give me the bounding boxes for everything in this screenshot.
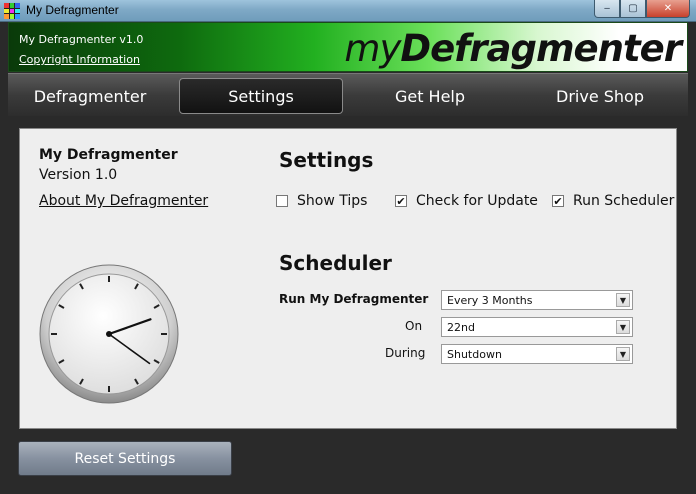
window-title: My Defragmenter [26,3,119,17]
settings-panel: My Defragmenter Version 1.0 About My Def… [19,128,677,429]
brand-logo: myDefragmenter [344,27,682,71]
tab-get-help[interactable]: Get Help [360,78,500,114]
select-value: 22nd [447,320,475,334]
during-label: During [385,346,426,360]
run-label: Run My Defragmenter [279,292,429,306]
logo-brand: Defragmenter [400,27,682,70]
on-label: On [405,319,423,333]
logo-my: my [344,27,401,70]
main-nav: Defragmenter Settings Get Help Drive Sho… [8,73,688,116]
about-link[interactable]: About My Defragmenter [39,193,208,209]
run-scheduler-checkbox[interactable]: ✔ Run Scheduler [552,193,674,209]
tab-settings[interactable]: Settings [179,78,343,114]
tab-drive-shop[interactable]: Drive Shop [520,78,680,114]
close-button[interactable]: ✕ [646,0,690,18]
clock-icon [39,264,179,404]
chevron-down-icon[interactable]: ▼ [616,347,630,361]
during-select[interactable]: Shutdown ▼ [441,344,633,364]
checkbox-label: Show Tips [297,193,368,209]
scheduler-heading: Scheduler [279,251,392,275]
select-value: Shutdown [447,347,502,361]
check-icon[interactable]: ✔ [552,195,564,207]
title-bar: My Defragmenter ‒ ▢ ✕ [0,0,696,22]
checkbox-label: Run Scheduler [573,193,675,209]
show-tips-checkbox[interactable]: Show Tips [276,193,367,209]
settings-heading: Settings [279,148,374,172]
chevron-down-icon[interactable]: ▼ [616,320,630,334]
copyright-link[interactable]: Copyright Information [19,53,140,66]
window-controls: ‒ ▢ ✕ [594,0,690,18]
check-for-update-checkbox[interactable]: ✔ Check for Update [395,193,538,209]
reset-settings-button[interactable]: Reset Settings [18,441,232,476]
on-day-select[interactable]: 22nd ▼ [441,317,633,337]
header-banner: My Defragmenter v1.0 Copyright Informati… [8,22,688,72]
app-name: My Defragmenter [39,147,178,163]
checkbox-box[interactable] [276,195,288,207]
app-icon [4,3,20,19]
chevron-down-icon[interactable]: ▼ [616,293,630,307]
select-value: Every 3 Months [447,293,533,307]
minimize-button[interactable]: ‒ [594,0,620,18]
run-frequency-select[interactable]: Every 3 Months ▼ [441,290,633,310]
check-icon[interactable]: ✔ [395,195,407,207]
checkbox-label: Check for Update [416,193,538,209]
app-version: Version 1.0 [39,167,118,183]
tab-defragmenter[interactable]: Defragmenter [18,78,162,114]
maximize-button[interactable]: ▢ [620,0,646,18]
version-text: My Defragmenter v1.0 [19,33,144,46]
